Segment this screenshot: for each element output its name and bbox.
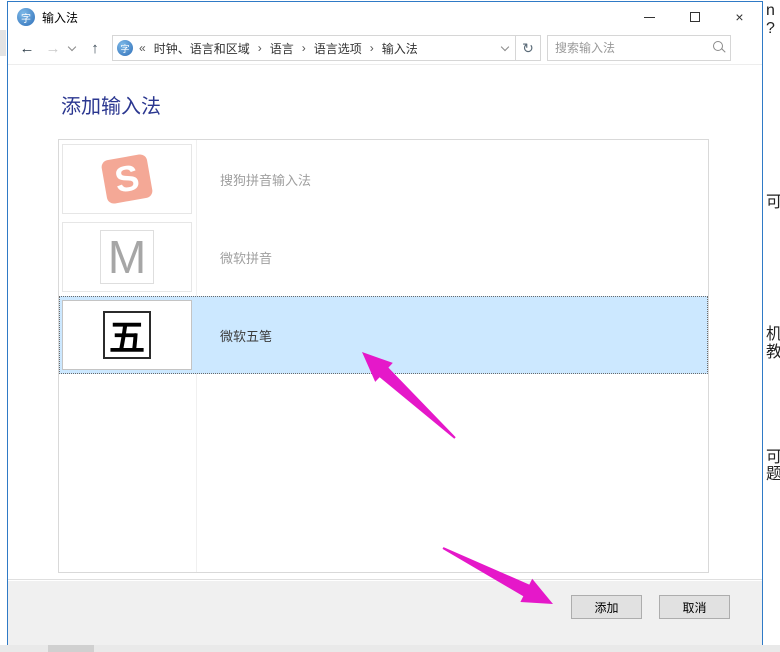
breadcrumb-app-icon: 字 — [117, 40, 133, 56]
refresh-button[interactable]: ↻ — [516, 35, 541, 61]
breadcrumb-separator-icon: › — [300, 41, 308, 55]
breadcrumb-separator-icon: › — [368, 41, 376, 55]
background-text-fragment: ? — [766, 20, 775, 38]
ime-list: S 搜狗拼音输入法 M 微软拼音 五 微软五笔 — [58, 139, 709, 573]
ime-icon-cell: M — [62, 222, 192, 292]
ime-row-sogou-pinyin[interactable]: S 搜狗拼音输入法 — [59, 140, 708, 218]
close-button[interactable]: × — [717, 2, 762, 32]
minimize-button[interactable] — [627, 2, 672, 32]
search-icon[interactable] — [710, 39, 728, 57]
background-text-fragment: 题 — [766, 460, 780, 484]
background-text-fragment: n — [766, 2, 775, 20]
forward-button[interactable]: → — [40, 40, 66, 57]
breadcrumb-item-language-options[interactable]: 语言选项 — [308, 40, 368, 57]
ime-label: 微软五笔 — [220, 296, 272, 374]
maximize-icon — [690, 12, 700, 22]
ime-icon-cell: S — [62, 144, 192, 214]
maximize-button[interactable] — [672, 2, 717, 32]
background-left-fragment — [0, 30, 6, 56]
recent-pages-chevron-icon[interactable] — [68, 44, 76, 52]
footer: 添加 取消 — [8, 581, 762, 645]
ime-icon-cell: 五 — [62, 300, 192, 370]
breadcrumb-item-language[interactable]: 语言 — [264, 40, 300, 57]
wubi-glyph-logo-icon: 五 — [103, 311, 151, 359]
input-method-app-icon: 字 — [17, 8, 35, 26]
navigation-toolbar: ← → ↑ 字 « 时钟、语言和区域 › 语言 › 语言选项 › 输入法 ↻ — [8, 32, 762, 65]
search-box — [547, 35, 731, 61]
ime-label: 搜狗拼音输入法 — [220, 140, 311, 218]
breadcrumb-item-input-method[interactable]: 输入法 — [376, 40, 424, 57]
ime-row-microsoft-wubi-selected[interactable]: 五 微软五笔 — [59, 296, 708, 374]
up-button[interactable]: ↑ — [82, 40, 108, 57]
breadcrumb-separator-icon: › — [256, 41, 264, 55]
titlebar[interactable]: 字 输入法 × — [8, 2, 762, 32]
address-dropdown-chevron-icon[interactable] — [501, 44, 509, 52]
background-text-fragment: 教 — [766, 338, 780, 362]
sogou-logo-letter: S — [112, 159, 142, 199]
back-button[interactable]: ← — [14, 40, 40, 57]
close-icon: × — [735, 9, 743, 25]
cancel-button[interactable]: 取消 — [659, 595, 730, 619]
background-text-fragment: 可 — [766, 188, 780, 212]
breadcrumb-overflow-icon[interactable]: « — [138, 41, 148, 55]
ime-row-microsoft-pinyin[interactable]: M 微软拼音 — [59, 218, 708, 296]
background-window-fragment — [48, 645, 94, 652]
breadcrumb-item-clock-language-region[interactable]: 时钟、语言和区域 — [148, 40, 256, 57]
page-title: 添加输入法 — [61, 90, 161, 119]
window-title: 输入法 — [42, 9, 78, 26]
minimize-icon — [644, 17, 655, 18]
letter-m-logo-icon: M — [100, 230, 154, 284]
input-method-dialog-window: 字 输入法 × ← → ↑ 字 « 时钟、语言和区域 › 语言 › 语言选项 ›… — [7, 1, 763, 645]
desktop-bottom-strip — [0, 645, 780, 652]
add-button[interactable]: 添加 — [571, 595, 642, 619]
address-bar[interactable]: 字 « 时钟、语言和区域 › 语言 › 语言选项 › 输入法 — [112, 35, 516, 61]
search-input[interactable] — [548, 37, 710, 59]
footer-divider — [8, 579, 762, 580]
sogou-s-logo-icon: S — [101, 153, 154, 204]
ime-label: 微软拼音 — [220, 218, 272, 296]
